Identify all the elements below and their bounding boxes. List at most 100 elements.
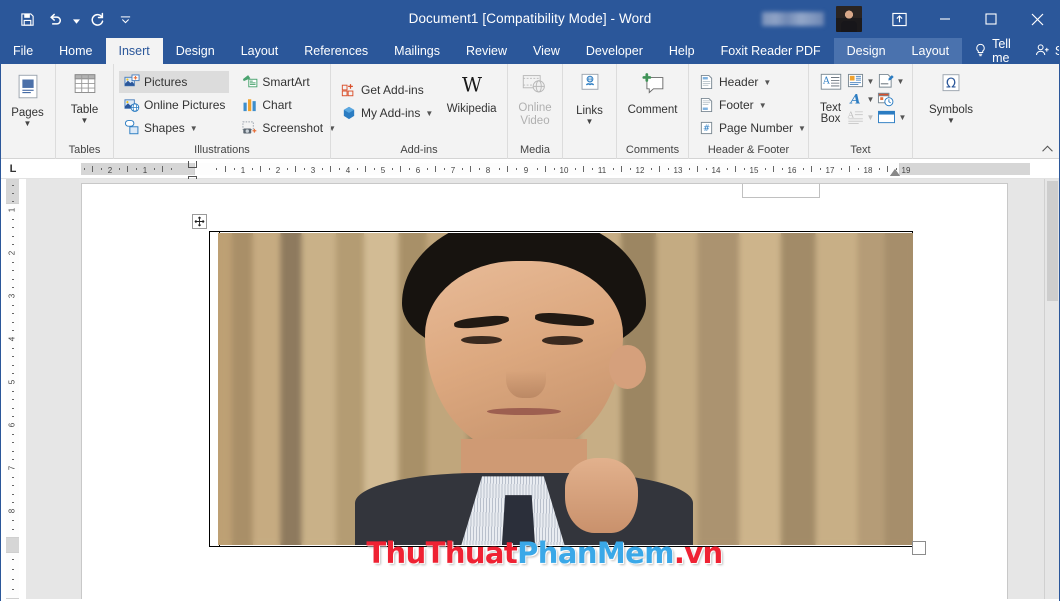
chart-button[interactable]: Chart [237, 94, 340, 116]
tab-view[interactable]: View [520, 38, 573, 64]
comment-icon [638, 72, 668, 102]
collapse-ribbon-icon[interactable] [1041, 142, 1054, 156]
illustrations-col-2: SmartArt Chart [237, 69, 340, 139]
ribbon-display-options-icon[interactable] [876, 0, 922, 38]
chevron-down-icon[interactable]: ▼ [947, 117, 955, 125]
vruler-tick: 5 [8, 380, 17, 384]
ribbon-group-label-symbols [913, 144, 990, 159]
inserted-picture[interactable] [218, 233, 913, 545]
tab-help[interactable]: Help [656, 38, 708, 64]
maximize-button[interactable] [968, 0, 1014, 38]
page-number-button[interactable]: # Page Number ▼ [694, 117, 810, 139]
avatar[interactable] [836, 6, 862, 32]
share-person-icon [1035, 43, 1050, 60]
undo-icon[interactable] [42, 6, 68, 32]
ruler-tick: 7 [451, 166, 455, 175]
vertical-ruler[interactable]: 1 2 3 4 5 6 7 8 [0, 179, 26, 599]
chevron-down-icon[interactable]: ▼ [898, 113, 907, 122]
redo-icon[interactable] [84, 6, 110, 32]
document-canvas[interactable]: ThuThuatPhanMem.vn [26, 179, 1060, 599]
tab-stop-marker: L [10, 163, 17, 175]
chevron-down-icon[interactable]: ▼ [866, 95, 875, 104]
links-button[interactable]: Links ▼ [568, 69, 611, 126]
tab-foxit-reader-pdf[interactable]: Foxit Reader PDF [708, 38, 834, 64]
text-box-button[interactable]: A Text Box [814, 69, 847, 125]
object-icon[interactable] [877, 109, 896, 125]
tab-developer[interactable]: Developer [573, 38, 656, 64]
screenshot-button[interactable]: Screenshot ▼ [237, 117, 340, 139]
shapes-button[interactable]: Shapes ▼ [119, 117, 229, 139]
drop-cap-icon[interactable]: A [847, 109, 864, 125]
table-icon [70, 72, 100, 102]
tab-review[interactable]: Review [453, 38, 520, 64]
pictures-icon [123, 74, 140, 91]
minimize-button[interactable] [922, 0, 968, 38]
chevron-down-icon[interactable]: ▼ [763, 78, 771, 87]
tab-picture-tools-layout[interactable]: Layout [899, 38, 963, 64]
ribbon-group-comments: Comment Comments [616, 64, 688, 159]
undo-dropdown-icon[interactable] [70, 6, 82, 32]
user-account-name[interactable] [762, 12, 824, 26]
ribbon-group-links: Links ▼ [562, 64, 616, 159]
ruler-tick: 6 [416, 166, 420, 175]
tab-references[interactable]: References [291, 38, 381, 64]
tab-mailings[interactable]: Mailings [381, 38, 453, 64]
wordart-icon[interactable]: A [847, 91, 864, 107]
smartart-button[interactable]: SmartArt [237, 71, 340, 93]
ribbon-group-pages: Pages ▼ [0, 64, 55, 159]
chevron-down-icon[interactable]: ▼ [425, 109, 433, 118]
close-button[interactable] [1014, 0, 1060, 38]
date-time-icon[interactable] [877, 91, 894, 107]
table-with-picture[interactable] [209, 231, 913, 547]
tab-insert[interactable]: Insert [106, 38, 163, 64]
pages-button[interactable]: Pages ▼ [5, 69, 50, 128]
tab-picture-tools-design[interactable]: Design [834, 38, 899, 64]
tab-layout[interactable]: Layout [228, 38, 292, 64]
header-button[interactable]: Header ▼ [694, 71, 810, 93]
chevron-down-icon[interactable]: ▼ [759, 101, 767, 110]
signature-line-icon[interactable] [877, 73, 894, 89]
chevron-down-icon[interactable]: ▼ [586, 118, 594, 126]
footer-button[interactable]: Footer ▼ [694, 94, 810, 116]
document-page[interactable]: ThuThuatPhanMem.vn [82, 184, 1007, 599]
right-indent-marker[interactable] [890, 169, 900, 176]
tab-home[interactable]: Home [46, 38, 105, 64]
chevron-down-icon[interactable]: ▼ [896, 77, 905, 86]
table-move-handle[interactable] [192, 214, 207, 229]
chevron-down-icon[interactable]: ▼ [190, 124, 198, 133]
subject-nose [506, 352, 547, 399]
quick-parts-icon[interactable] [847, 73, 864, 89]
tab-design[interactable]: Design [163, 38, 228, 64]
pictures-button[interactable]: Pictures [119, 71, 229, 93]
chevron-down-icon[interactable]: ▼ [24, 120, 32, 128]
page-number-icon: # [698, 120, 715, 137]
wikipedia-button[interactable]: W Wikipedia [441, 69, 502, 116]
my-addins-button[interactable]: My Add-ins ▼ [336, 102, 437, 124]
scrollbar-thumb[interactable] [1047, 181, 1058, 301]
tab-stop-selector[interactable]: L [0, 159, 26, 178]
ribbon-group-label-links [563, 144, 616, 159]
customize-quick-access-icon[interactable] [112, 6, 138, 32]
get-addins-button[interactable]: Get Add-ins [336, 79, 437, 101]
subject-eye-left [461, 336, 502, 344]
site-watermark: ThuThuatPhanMem.vn [82, 536, 1007, 570]
chevron-down-icon[interactable]: ▼ [866, 113, 875, 122]
save-icon[interactable] [14, 6, 40, 32]
chevron-down-icon[interactable]: ▼ [81, 117, 89, 125]
chevron-down-icon[interactable]: ▼ [866, 77, 875, 86]
subject-ear [609, 345, 646, 389]
table-button[interactable]: Table ▼ [61, 69, 108, 125]
symbols-button[interactable]: Ω Symbols ▼ [918, 69, 984, 125]
tell-me-box[interactable]: Tell me [962, 38, 1023, 64]
share-button[interactable]: Share [1023, 38, 1060, 64]
chevron-down-icon[interactable]: ▼ [798, 124, 806, 133]
tab-file[interactable]: File [0, 38, 46, 64]
comment-button[interactable]: Comment [622, 69, 683, 117]
vertical-scrollbar[interactable] [1044, 179, 1060, 599]
first-line-indent-marker[interactable] [188, 161, 197, 168]
online-video-button[interactable]: Online Video [513, 69, 557, 128]
horizontal-ruler[interactable]: 2 1 1 2 3 4 5 [26, 159, 1060, 178]
online-pictures-button[interactable]: Online Pictures [119, 94, 229, 116]
ribbon-group-label-media: Media [508, 144, 562, 159]
svg-text:#: # [703, 123, 710, 133]
